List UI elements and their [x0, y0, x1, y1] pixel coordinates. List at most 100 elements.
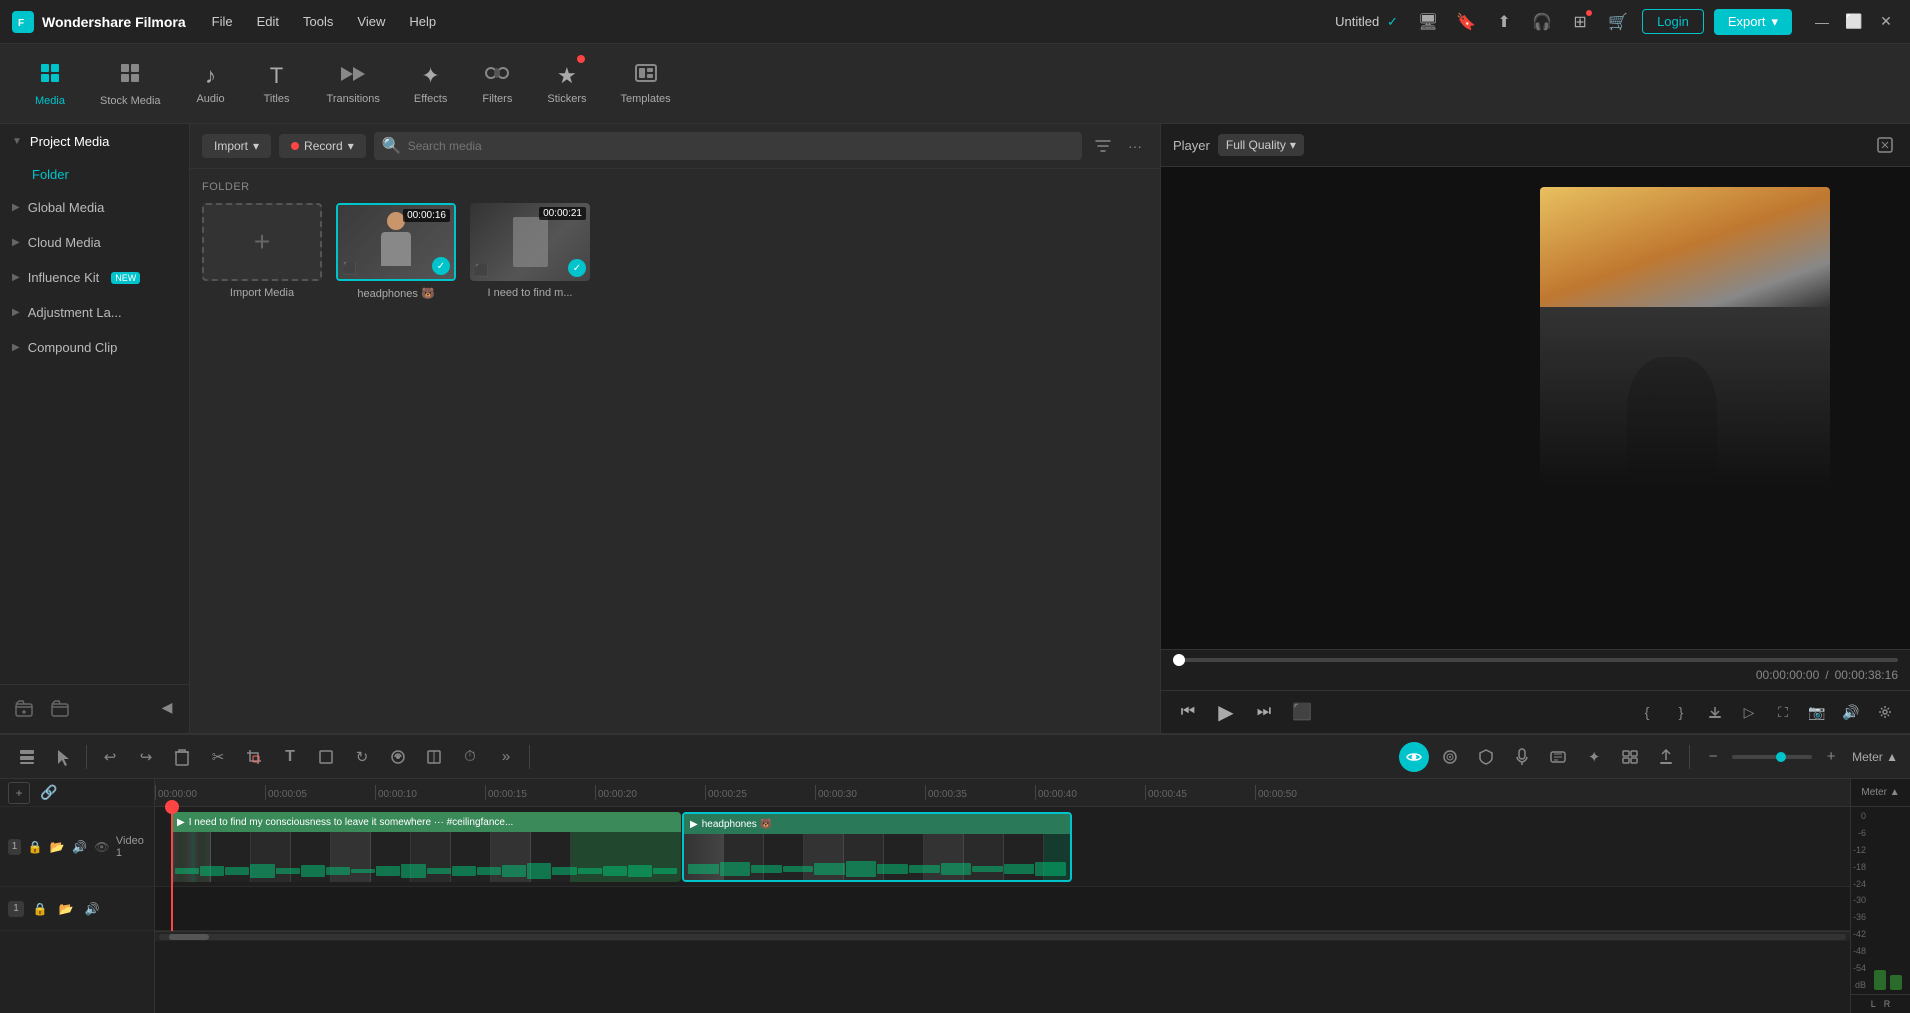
undo-button[interactable]: ↩: [95, 742, 125, 772]
scrollbar-thumb[interactable]: [169, 934, 209, 940]
menu-tools[interactable]: Tools: [293, 10, 343, 33]
monitor-icon[interactable]: 🖥: [1414, 8, 1442, 36]
more-options-icon[interactable]: ···: [1122, 133, 1148, 159]
toolbar-media[interactable]: Media: [20, 53, 80, 115]
skip-back-button[interactable]: ⏮: [1173, 697, 1203, 727]
menu-file[interactable]: File: [202, 10, 243, 33]
grid-icon[interactable]: ⊞: [1566, 8, 1594, 36]
screen-split-button[interactable]: [419, 742, 449, 772]
bookmark-icon[interactable]: 🔖: [1452, 8, 1480, 36]
more-tools-button[interactable]: »: [491, 742, 521, 772]
track-lock-button[interactable]: 🔒: [27, 837, 43, 857]
audio-track-lock-button[interactable]: 🔒: [30, 899, 50, 919]
sidebar-item-cloud-media[interactable]: ▶ Cloud Media: [0, 225, 189, 260]
record-button[interactable]: Record ▾: [279, 134, 366, 158]
add-track-button[interactable]: +: [8, 782, 30, 804]
export-button[interactable]: Export ▾: [1714, 9, 1792, 35]
sidebar-item-adjustment[interactable]: ▶ Adjustment La...: [0, 295, 189, 330]
clip-headphones[interactable]: ▶ headphones 🐻: [682, 812, 1072, 882]
sidebar-collapse-button[interactable]: ◀: [155, 695, 179, 719]
sidebar-item-compound-clip[interactable]: ▶ Compound Clip: [0, 330, 189, 365]
zoom-out-button[interactable]: −: [1698, 742, 1728, 772]
track-eye-button[interactable]: 👁: [94, 837, 110, 857]
play-button[interactable]: ▶: [1211, 697, 1241, 727]
find-thumbnail[interactable]: 00:00:21 ⬛ ✓: [470, 203, 590, 281]
quality-select[interactable]: Full Quality ▾: [1218, 134, 1304, 156]
audio-track-folder-button[interactable]: 📂: [56, 899, 76, 919]
send-to-tl-icon[interactable]: [1702, 699, 1728, 725]
minimize-button[interactable]: —: [1810, 10, 1834, 34]
mark-out-icon[interactable]: }: [1668, 699, 1694, 725]
volume-icon[interactable]: 🔊: [1838, 699, 1864, 725]
preview-progress-thumb[interactable]: [1173, 654, 1185, 666]
toolbar-stickers[interactable]: ★ Stickers: [533, 55, 600, 113]
toolbar-templates[interactable]: Templates: [606, 55, 684, 113]
audio-sync-button[interactable]: [383, 742, 413, 772]
select-tool-button[interactable]: [48, 742, 78, 772]
playhead[interactable]: [171, 807, 173, 931]
track-folder-button[interactable]: 📂: [49, 837, 65, 857]
toolbar-transitions[interactable]: Transitions: [313, 55, 394, 113]
redo-button[interactable]: ↪: [131, 742, 161, 772]
sparkle-button[interactable]: ✦: [1579, 742, 1609, 772]
search-input[interactable]: [408, 139, 1074, 153]
close-button[interactable]: ✕: [1874, 10, 1898, 34]
settings-preview-icon[interactable]: [1872, 699, 1898, 725]
horizontal-scrollbar[interactable]: [155, 931, 1850, 941]
noise-removal-button[interactable]: [1543, 742, 1573, 772]
skip-forward-button[interactable]: ⏭: [1249, 697, 1279, 727]
headphone-icon[interactable]: 🎧: [1528, 8, 1556, 36]
login-button[interactable]: Login: [1642, 9, 1704, 34]
export-timeline-button[interactable]: [1651, 742, 1681, 772]
menu-help[interactable]: Help: [399, 10, 446, 33]
text-button[interactable]: T: [275, 742, 305, 772]
menu-view[interactable]: View: [347, 10, 395, 33]
shield-button[interactable]: [1471, 742, 1501, 772]
toolbar-filters[interactable]: Filters: [467, 55, 527, 113]
preview-progress-track[interactable]: [1173, 658, 1898, 662]
maximize-button[interactable]: ⬜: [1842, 10, 1866, 34]
rotate-button[interactable]: ↻: [347, 742, 377, 772]
menu-edit[interactable]: Edit: [247, 10, 289, 33]
fullscreen-icon[interactable]: ⛶: [1770, 699, 1796, 725]
add-folder-button[interactable]: [10, 695, 38, 723]
toolbar-stock-media[interactable]: Stock Media: [86, 53, 175, 115]
zoom-in-button[interactable]: +: [1816, 742, 1846, 772]
stop-button[interactable]: ⬛: [1287, 697, 1317, 727]
cart-icon[interactable]: 🛒: [1604, 8, 1632, 36]
sidebar-item-influence-kit[interactable]: ▶ Influence Kit NEW: [0, 260, 189, 295]
clip-find-consciousness[interactable]: ▶ I need to find my consciousness to lea…: [171, 812, 681, 882]
eye-tracking-button[interactable]: [1399, 742, 1429, 772]
preview-expand-icon[interactable]: [1872, 132, 1898, 158]
manage-folder-button[interactable]: [46, 695, 74, 723]
tracks-layout-button[interactable]: [12, 742, 42, 772]
headphones-thumbnail[interactable]: 00:00:16 ⬛ ✓: [336, 203, 456, 281]
find-consciousness-item[interactable]: 00:00:21 ⬛ ✓ I need to find m...: [470, 203, 590, 300]
link-track-button[interactable]: 🔗: [38, 782, 60, 804]
color-grading-button[interactable]: [1435, 742, 1465, 772]
zoom-track[interactable]: [1732, 755, 1812, 759]
filter-icon[interactable]: [1090, 133, 1116, 159]
crop-button[interactable]: [239, 742, 269, 772]
mic-button[interactable]: [1507, 742, 1537, 772]
track-volume-button[interactable]: 🔊: [71, 837, 87, 857]
audio-track-volume-button[interactable]: 🔊: [82, 899, 102, 919]
toolbar-titles[interactable]: T Titles: [247, 55, 307, 113]
cut-button[interactable]: ✂: [203, 742, 233, 772]
import-media-item[interactable]: + Import Media: [202, 203, 322, 300]
delete-button[interactable]: [167, 742, 197, 772]
headphones-clip-item[interactable]: 00:00:16 ⬛ ✓ headphones 🐻: [336, 203, 456, 300]
meter-button[interactable]: Meter ▲: [1852, 750, 1898, 764]
scrollbar-track[interactable]: [159, 934, 1846, 940]
toolbar-audio[interactable]: ♪ Audio: [181, 55, 241, 113]
import-placeholder[interactable]: +: [202, 203, 322, 281]
snapshot-icon[interactable]: 📷: [1804, 699, 1830, 725]
search-bar[interactable]: 🔍: [374, 132, 1082, 160]
sidebar-item-project-media[interactable]: ▼ Project Media: [0, 124, 189, 159]
box-button[interactable]: [311, 742, 341, 772]
toolbar-effects[interactable]: ✦ Effects: [400, 55, 461, 113]
multicam-button[interactable]: [1615, 742, 1645, 772]
clock-button[interactable]: ⏱: [455, 742, 485, 772]
upload-icon[interactable]: ⬆: [1490, 8, 1518, 36]
mark-in-icon[interactable]: {: [1634, 699, 1660, 725]
